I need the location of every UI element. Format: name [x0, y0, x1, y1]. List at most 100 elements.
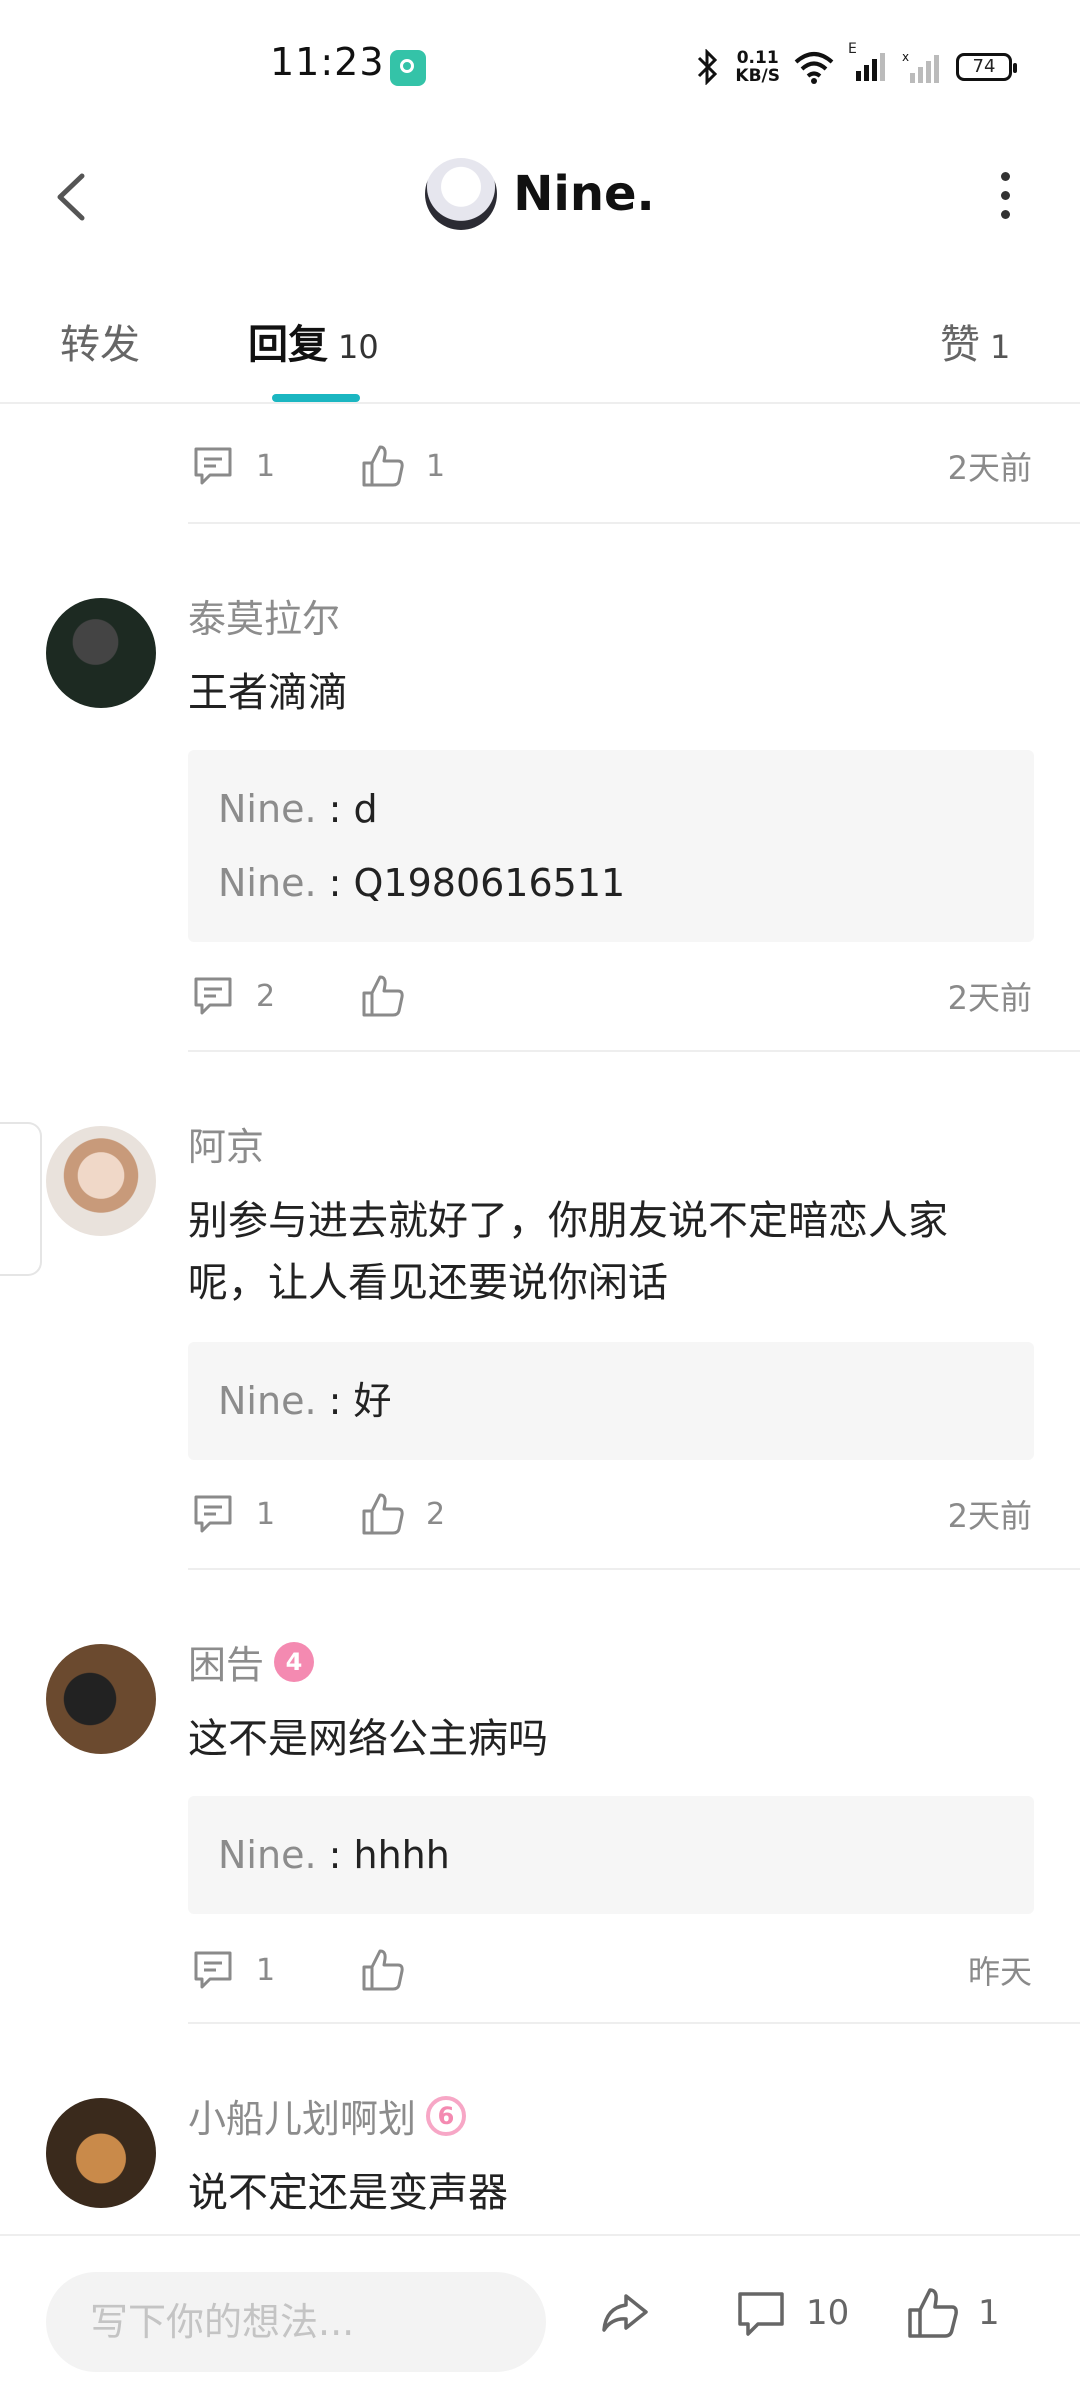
bluetooth-icon	[698, 49, 718, 85]
reply-author: Nine.	[218, 861, 317, 905]
reply-preview[interactable]: Nine. : 好	[188, 1342, 1034, 1460]
reply-line: Nine. : 好	[218, 1364, 1004, 1438]
reply-button[interactable]: 1	[188, 1945, 358, 1995]
side-drawer-handle[interactable]	[0, 1122, 42, 1276]
comment-text: 王者滴滴	[188, 670, 348, 716]
avatar[interactable]	[46, 2098, 156, 2208]
battery-icon: 74	[956, 53, 1017, 81]
reply-button[interactable]: 2	[188, 971, 358, 1021]
thumbs-up-icon	[362, 1493, 404, 1535]
tab-repost[interactable]: 转发	[60, 312, 140, 370]
comment-input[interactable]	[46, 2272, 546, 2372]
share-button[interactable]	[596, 2284, 670, 2342]
tab-bar: 转发 回复 10 赞1	[0, 290, 1080, 404]
app-notification-icon	[390, 50, 426, 86]
divider	[188, 522, 1080, 524]
reply-author: Nine.	[218, 787, 317, 831]
reply-line: Nine. : d	[218, 772, 1004, 846]
signal-icon-sim2: x	[902, 51, 939, 83]
comment-time: 昨天	[967, 1953, 1032, 1991]
status-bar: 11:23 0.11 KB/S E x 74	[0, 0, 1080, 132]
reply-text: Q1980616511	[353, 861, 626, 905]
comments-button[interactable]: 10	[732, 2284, 849, 2342]
author-avatar[interactable]	[425, 158, 498, 230]
comment-username[interactable]: 困告 4	[188, 1634, 315, 1689]
title-bar: Nine.	[0, 132, 1080, 262]
comment-icon	[194, 977, 232, 1015]
reply-count: 1	[256, 1952, 276, 1988]
like-button[interactable]	[358, 971, 558, 1021]
tab-likes[interactable]: 赞1	[940, 312, 1010, 370]
network-type: E	[848, 41, 857, 57]
divider	[188, 1568, 1080, 1570]
reply-text: hhhh	[353, 1833, 450, 1877]
reply-sep: :	[316, 1833, 354, 1877]
svg-text:x: x	[902, 51, 909, 64]
tab-label: 回复	[248, 322, 328, 368]
like-button[interactable]: 2	[358, 1489, 558, 1539]
page-title: Nine.	[513, 166, 655, 222]
like-count: 1	[426, 448, 446, 484]
comment-icon	[194, 1951, 232, 1989]
username-text: 困告	[188, 1643, 265, 1687]
username-text: 阿京	[188, 1125, 265, 1169]
more-options-button[interactable]	[970, 160, 1040, 230]
like-button[interactable]: 1	[358, 441, 558, 491]
level-badge: 6	[426, 2095, 467, 2136]
like-button[interactable]	[358, 1945, 558, 1995]
comment-total: 10	[806, 2293, 850, 2333]
avatar[interactable]	[46, 1644, 156, 1754]
share-icon	[602, 2294, 648, 2332]
tab-count: 1	[990, 328, 1011, 366]
divider	[188, 2022, 1080, 2024]
reply-author: Nine.	[218, 1379, 317, 1423]
tab-replies[interactable]: 回复 10	[248, 312, 379, 370]
title-wrap[interactable]: Nine.	[0, 158, 1080, 230]
avatar[interactable]	[46, 598, 156, 708]
reply-line: Nine. : Q1980616511	[218, 846, 1004, 920]
comment-time: 2天前	[947, 449, 1032, 487]
reply-sep: :	[316, 1379, 354, 1423]
reply-button[interactable]: 1	[188, 1489, 358, 1539]
tab-label: 转发	[60, 322, 140, 368]
reply-text: 好	[353, 1379, 392, 1423]
bottom-bar: 10 1	[0, 2234, 1080, 2402]
divider	[188, 1050, 1080, 1052]
like-count: 2	[426, 1496, 446, 1532]
level-badge: 4	[274, 1641, 315, 1682]
more-dot-icon	[1000, 171, 1010, 181]
username-text: 小船儿划啊划	[188, 2097, 417, 2141]
net-speed-unit: KB/S	[735, 66, 780, 86]
tab-indicator	[272, 394, 360, 402]
reply-button[interactable]: 1	[188, 441, 358, 491]
comment-username[interactable]: 小船儿划啊划 6	[188, 2088, 467, 2143]
comment-icon	[194, 447, 232, 485]
comment-username[interactable]: 阿京	[188, 1116, 264, 1171]
like-post-button[interactable]: 1	[904, 2284, 1000, 2342]
thumbs-up-icon	[908, 2288, 958, 2338]
comment-actions: 1 1 2天前	[188, 436, 1032, 496]
reply-text: d	[353, 787, 378, 831]
net-speed-value: 0.11	[736, 48, 779, 68]
thumbs-up-icon	[362, 975, 404, 1017]
status-icons: 0.11 KB/S E x 74	[695, 41, 1017, 92]
avatar[interactable]	[46, 1126, 156, 1236]
comment-actions: 2 2天前	[188, 966, 1032, 1026]
reply-line: Nine. : hhhh	[218, 1818, 1004, 1892]
comment-text: 这不是网络公主病吗	[188, 1716, 548, 1762]
status-time: 11:23	[270, 40, 385, 84]
comment-feed[interactable]: 1 1 2天前 泰莫拉尔 王者滴滴 Nine. : d Nine. : Q198…	[0, 404, 1080, 2234]
reply-count: 2	[256, 978, 276, 1014]
comment-time: 2天前	[947, 979, 1032, 1017]
signal-group: E	[848, 41, 888, 85]
comment-username[interactable]: 泰莫拉尔	[188, 588, 340, 643]
comment-actions: 1 昨天	[188, 1940, 1032, 2000]
like-total: 1	[978, 2293, 1000, 2333]
comment-actions: 1 2 2天前	[188, 1484, 1032, 1544]
reply-preview[interactable]: Nine. : hhhh	[188, 1796, 1034, 1914]
comment-text: 说不定还是变声器	[188, 2170, 508, 2216]
reply-preview[interactable]: Nine. : d Nine. : Q1980616511	[188, 750, 1034, 942]
reply-count: 1	[256, 1496, 276, 1532]
thumbs-up-icon	[362, 445, 404, 487]
comment-input-wrap[interactable]	[46, 2272, 546, 2372]
